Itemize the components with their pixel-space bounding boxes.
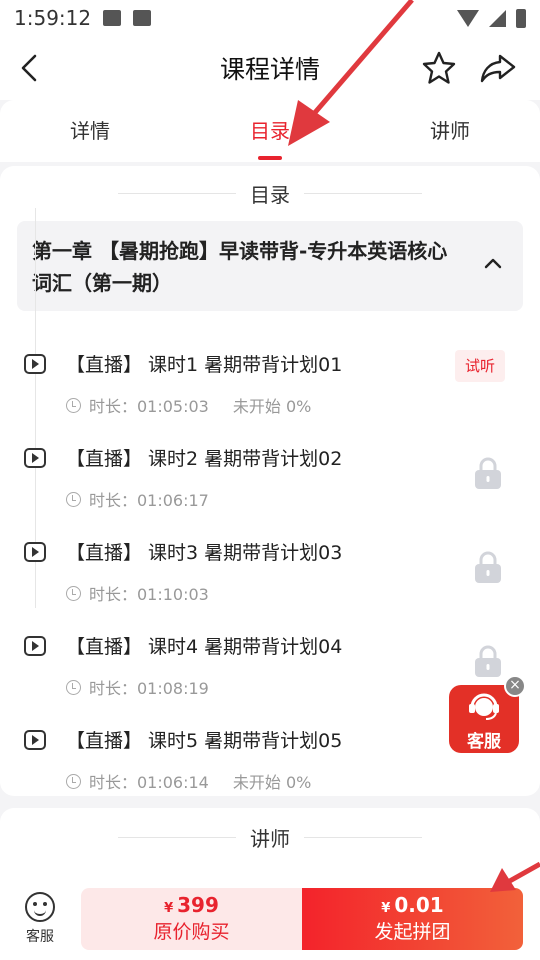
teacher-heading-text: 讲师 — [250, 826, 290, 851]
chapter-title: 第一章 【暑期抢跑】早读带背-专升本英语核心词汇（第一期） — [32, 239, 448, 295]
lesson-meta: 时长：01:06:14 未开始 0% — [66, 769, 311, 793]
start-group-buy-button[interactable]: ¥0.01 发起拼团 — [302, 888, 523, 950]
lesson-meta: 时长：01:05:03 未开始 0% — [66, 393, 311, 417]
favorite-button[interactable] — [420, 50, 460, 86]
tab-details[interactable]: 详情 — [0, 100, 180, 162]
lesson-title: 【直播】 课时2 暑期带背计划02 — [66, 448, 343, 470]
lesson-title: 【直播】 课时3 暑期带背计划03 — [66, 542, 343, 564]
nav-bar: 课程详情 — [0, 36, 540, 100]
lesson-item[interactable]: 【直播】 课时3 暑期带背计划03 时长：01:10:03 — [0, 526, 540, 616]
divider — [118, 192, 236, 194]
clock-icon — [66, 585, 81, 601]
group-buy-label: 发起拼团 — [374, 921, 451, 943]
lesson-progress: 未开始 0% — [232, 397, 312, 416]
video-play-icon — [24, 354, 46, 374]
clock-icon — [66, 679, 81, 695]
app-notification-icon — [133, 10, 152, 26]
catalog-heading-text: 目录 — [250, 182, 290, 207]
divider — [304, 836, 422, 838]
share-button[interactable] — [478, 50, 522, 86]
video-play-icon — [24, 730, 46, 750]
buy-original-label: 原价购买 — [153, 921, 230, 943]
customer-service-button[interactable]: 客服 — [14, 892, 66, 952]
tab-teacher[interactable]: 讲师 — [360, 100, 540, 162]
lesson-title: 【直播】 课时4 暑期带背计划04 — [66, 636, 343, 658]
video-play-icon — [24, 448, 46, 468]
clock-icon — [66, 773, 81, 789]
status-time: 1:59:12 — [14, 6, 92, 30]
lesson-duration: 时长：01:06:14 — [89, 773, 209, 792]
lesson-title: 【直播】 课时5 暑期带背计划05 — [66, 730, 343, 752]
divider — [118, 836, 236, 838]
catalog-heading: 目录 — [0, 178, 540, 208]
status-bar: 1:59:12 — [0, 0, 540, 36]
clock-icon — [66, 397, 81, 413]
lesson-item[interactable]: 【直播】 课时1 暑期带背计划01 时长：01:05:03 未开始 0% 试听 — [0, 338, 540, 428]
chevron-up-icon — [484, 258, 502, 269]
lesson-duration: 时长：01:10:03 — [89, 585, 209, 604]
lesson-item[interactable]: 【直播】 课时2 暑期带背计划02 时长：01:06:17 — [0, 432, 540, 522]
trial-badge[interactable]: 试听 — [455, 350, 505, 382]
tab-bar: 详情 目录 讲师 — [0, 100, 540, 162]
buy-original-price-button[interactable]: ¥399 原价购买 — [81, 888, 302, 950]
lesson-title: 【直播】 课时1 暑期带背计划01 — [66, 354, 343, 376]
customer-service-label: 客服 — [26, 929, 54, 945]
smile-chat-icon — [25, 892, 55, 922]
video-play-icon — [24, 636, 46, 656]
close-icon[interactable]: × — [504, 675, 526, 697]
lock-icon — [475, 457, 501, 489]
lesson-meta: 时长：01:10:03 — [66, 581, 209, 605]
floating-service-label: 客服 — [467, 732, 501, 752]
share-icon — [480, 54, 516, 83]
lesson-duration: 时长：01:06:17 — [89, 491, 209, 510]
clock-icon — [66, 491, 81, 507]
divider — [304, 192, 422, 194]
wifi-icon — [457, 9, 479, 27]
chevron-left-icon — [21, 54, 37, 82]
tab-catalog[interactable]: 目录 — [180, 100, 360, 162]
star-icon — [422, 51, 456, 84]
lock-icon — [475, 551, 501, 583]
video-play-icon — [24, 542, 46, 562]
bottom-action-bar: 客服 ¥399 原价购买 ¥0.01 发起拼团 — [0, 872, 540, 960]
page-title: 课程详情 — [219, 55, 320, 84]
lesson-meta: 时长：01:06:17 — [66, 487, 209, 511]
teacher-heading: 讲师 — [0, 822, 540, 852]
back-button[interactable] — [14, 50, 44, 86]
headset-icon — [469, 693, 499, 720]
battery-icon — [516, 8, 526, 28]
lock-icon — [475, 645, 501, 677]
lesson-duration: 时长：01:08:19 — [89, 679, 209, 698]
image-notification-icon — [103, 10, 122, 26]
chapter-header[interactable]: 第一章 【暑期抢跑】早读带背-专升本英语核心词汇（第一期） — [17, 221, 523, 311]
group-price: ¥0.01 — [381, 893, 444, 917]
lesson-progress: 未开始 0% — [232, 773, 312, 792]
lesson-duration: 时长：01:05:03 — [89, 397, 209, 416]
original-price: ¥399 — [164, 893, 219, 917]
signal-icon — [489, 9, 506, 27]
lesson-meta: 时长：01:08:19 — [66, 675, 209, 699]
